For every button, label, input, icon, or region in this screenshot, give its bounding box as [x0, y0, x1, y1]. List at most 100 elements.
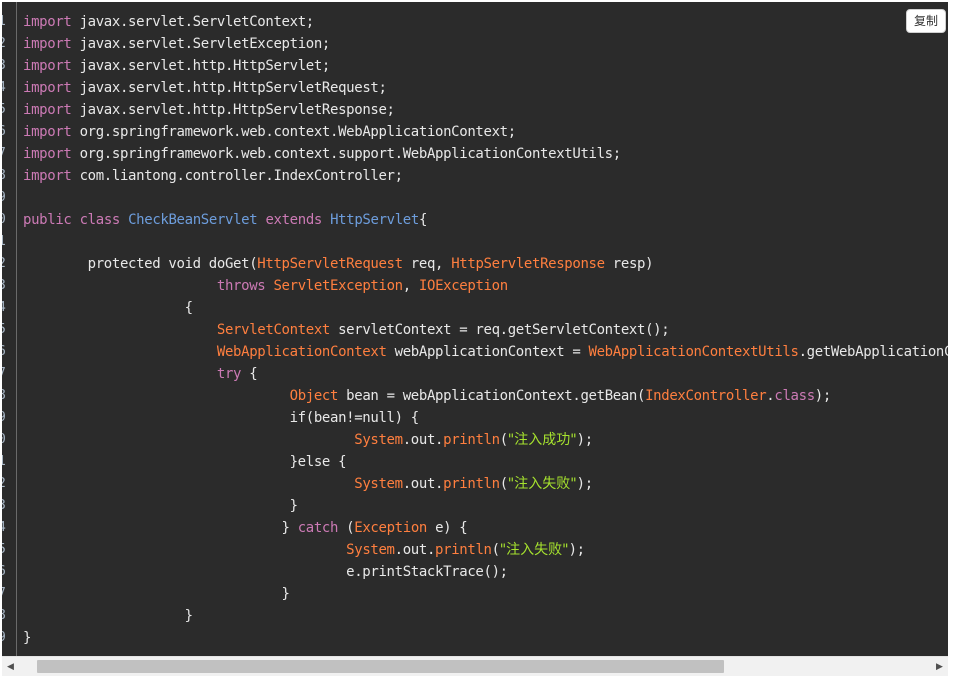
code-line: ServletContext servletContext = req.getS…	[23, 319, 670, 341]
line-number: 5	[2, 319, 10, 341]
code-token: javax.servlet.http.HttpServletRequest;	[71, 80, 387, 96]
code-token: (	[499, 432, 508, 448]
horizontal-scrollbar[interactable]: ◀ ▶	[2, 656, 948, 676]
code-token: org.springframework.web.context.support.…	[71, 146, 622, 162]
code-token: com.liantong.controller.IndexController;	[71, 168, 404, 184]
code-line: {	[23, 297, 193, 319]
code-line: try {	[23, 363, 258, 385]
code-token: org.springframework.web.context.WebAppli…	[71, 124, 517, 140]
code-line: import javax.servlet.http.HttpServletReq…	[23, 77, 387, 99]
code-block: 12345678901234567890123456789 import jav…	[2, 2, 948, 656]
code-token: .out.	[402, 432, 444, 448]
code-token: .out.	[402, 476, 444, 492]
line-number: 9	[2, 407, 10, 429]
code-token: System	[346, 542, 395, 558]
code-token: HttpServletResponse	[451, 256, 605, 272]
code-line: } catch (Exception e) {	[23, 517, 468, 539]
line-number: 3	[2, 55, 10, 77]
scroll-right-arrow-icon[interactable]: ▶	[931, 657, 948, 676]
line-number: 5	[2, 99, 10, 121]
code-line: import javax.servlet.ServletException;	[23, 33, 330, 55]
line-number: 9	[2, 627, 10, 649]
code-line: protected void doGet(HttpServletRequest …	[23, 253, 654, 275]
code-token: "注入失败"	[499, 542, 569, 558]
line-number: 5	[2, 539, 10, 561]
line-number: 2	[2, 473, 10, 495]
code-token: webApplicationContext =	[386, 344, 589, 360]
copy-button[interactable]: 复制	[906, 9, 946, 33]
code-token: println	[443, 476, 500, 492]
code-token: ServletContext	[216, 322, 330, 338]
code-area: import javax.servlet.ServletContext; impo…	[23, 2, 948, 656]
line-number: 7	[2, 363, 10, 385]
line-number: 4	[2, 517, 10, 539]
code-token: Object	[289, 388, 339, 404]
code-token: "注入失败"	[507, 476, 577, 492]
code-token: throws	[216, 278, 266, 294]
line-number: 8	[2, 605, 10, 627]
code-token: javax.servlet.ServletContext;	[71, 14, 315, 30]
code-line: e.printStackTrace();	[23, 561, 508, 583]
code-token: Exception	[354, 520, 427, 536]
scroll-left-arrow-icon[interactable]: ◀	[2, 657, 19, 676]
code-token: e) {	[426, 520, 468, 536]
code-line: Object bean = webApplicationContext.getB…	[23, 385, 832, 407]
code-line: throws ServletException, IOException	[23, 275, 508, 297]
code-token: }	[23, 498, 298, 514]
code-token: if(bean!=null) {	[23, 410, 420, 426]
code-token: .getWebApplicationContext(servletContext…	[798, 344, 948, 360]
code-token: import	[23, 58, 72, 74]
code-line: }	[23, 627, 31, 649]
code-token: }	[23, 586, 290, 602]
code-line: }	[23, 605, 193, 627]
line-number: 4	[2, 77, 10, 99]
code-token: println	[443, 432, 500, 448]
line-number: 1	[2, 451, 10, 473]
code-line: System.out.println("注入失败");	[23, 473, 593, 495]
code-token: IndexController	[645, 388, 767, 404]
line-number: 4	[2, 297, 10, 319]
code-token: WebApplicationContextUtils	[588, 344, 799, 360]
line-number: 8	[2, 165, 10, 187]
code-token: extends	[265, 212, 322, 228]
code-token: System	[354, 476, 403, 492]
code-token: import	[23, 168, 72, 184]
line-number: 6	[2, 561, 10, 583]
code-token: HttpServlet	[330, 212, 419, 228]
line-number: 6	[2, 121, 10, 143]
code-token: req,	[402, 256, 452, 272]
code-line: System.out.println("注入失败");	[23, 539, 585, 561]
code-token: class	[79, 212, 121, 228]
code-line: import com.liantong.controller.IndexCont…	[23, 165, 403, 187]
line-number: 3	[2, 275, 10, 297]
code-line: }	[23, 583, 290, 605]
code-line: WebApplicationContext webApplicationCont…	[23, 341, 948, 363]
code-token: import	[23, 146, 72, 162]
code-token: {	[418, 212, 428, 228]
code-token: {	[23, 300, 193, 316]
code-token: import	[23, 102, 72, 118]
code-token: );	[814, 388, 832, 404]
code-token: servletContext = req.getServletContext()…	[330, 322, 670, 338]
line-number: 7	[2, 143, 10, 165]
code-line: public class CheckBeanServlet extends Ht…	[23, 209, 427, 231]
scrollbar-thumb[interactable]	[37, 660, 724, 673]
line-number: 0	[2, 429, 10, 451]
code-token: );	[576, 476, 594, 492]
code-token: protected void doGet(	[23, 256, 258, 272]
code-line: if(bean!=null) {	[23, 407, 420, 429]
line-number: 8	[2, 385, 10, 407]
code-line: System.out.println("注入成功");	[23, 429, 593, 451]
code-token: public	[23, 212, 72, 228]
code-line: import org.springframework.web.context.W…	[23, 121, 516, 143]
code-token: {	[241, 366, 258, 382]
line-number: 2	[2, 253, 10, 275]
